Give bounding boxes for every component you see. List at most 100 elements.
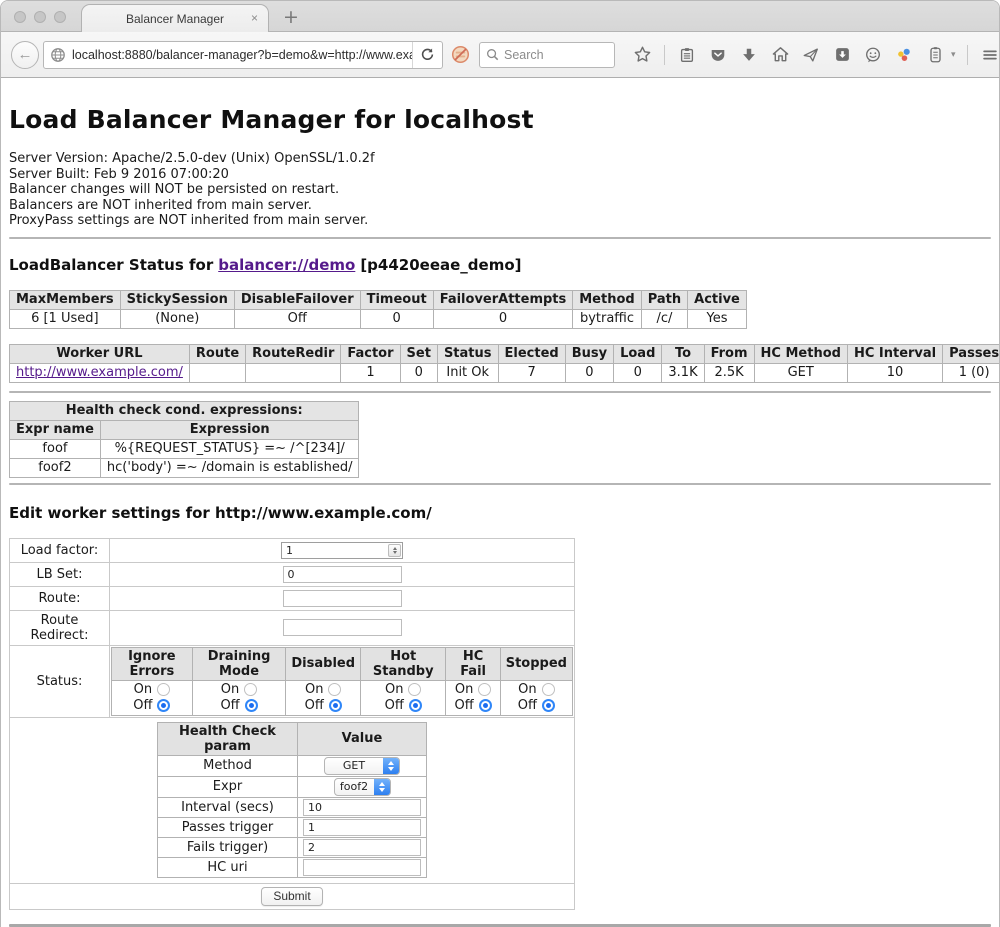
server-version-line: Server Version: Apache/2.5.0-dev (Unix) …: [9, 151, 991, 167]
persist-notice-line: Balancer changes will NOT be persisted o…: [9, 182, 991, 198]
radio-on[interactable]: [542, 683, 555, 696]
col-maxmembers: MaxMembers: [10, 290, 121, 309]
radio-on[interactable]: [408, 683, 421, 696]
send-plane-icon[interactable]: [800, 44, 822, 66]
search-icon: [486, 48, 499, 61]
radio-off-selected[interactable]: [157, 699, 170, 712]
health-check-params-row: Health Check param Value Method GET: [10, 717, 575, 883]
pocket-icon[interactable]: [707, 44, 729, 66]
passes-row: Passes trigger: [158, 817, 427, 837]
route-label: Route:: [10, 586, 110, 610]
status-label: Status:: [10, 645, 110, 717]
bookmark-star-icon[interactable]: [631, 44, 653, 66]
window-minimize-button[interactable]: [34, 11, 46, 23]
method-label: Method: [158, 755, 298, 776]
reload-icon: [420, 47, 435, 62]
table-header-row: Expr name Expression: [10, 420, 359, 439]
window-controls[interactable]: [14, 11, 66, 23]
col-stickysession: StickySession: [120, 290, 234, 309]
hc-uri-label: HC uri: [158, 857, 298, 877]
table-header-row: MaxMembers StickySession DisableFailover…: [10, 290, 747, 309]
radio-on[interactable]: [244, 683, 257, 696]
radio-on[interactable]: [328, 683, 341, 696]
reload-button[interactable]: [412, 42, 442, 68]
page-title: Load Balancer Manager for localhost: [9, 105, 991, 134]
expr-row-foof2: foof2 hc('body') =~ /domain is establish…: [10, 458, 359, 477]
col-method: Method: [573, 290, 641, 309]
search-field[interactable]: Search: [479, 42, 615, 68]
expr-row-foof: foof %{REQUEST_STATUS} =~ /^[234]/: [10, 439, 359, 458]
radio-on[interactable]: [478, 683, 491, 696]
browser-tab[interactable]: Balancer Manager ×: [81, 4, 269, 32]
radio-off-selected[interactable]: [245, 699, 258, 712]
overflow-caret-icon[interactable]: ▾: [951, 49, 956, 60]
bottom-divider: [9, 924, 991, 927]
fails-input[interactable]: [303, 839, 421, 856]
route-redirect-row: Route Redirect:: [10, 610, 575, 645]
content-blocked-icon[interactable]: [451, 45, 470, 64]
window-close-button[interactable]: [14, 11, 26, 23]
radio-off-selected[interactable]: [329, 699, 342, 712]
col-disablefailover: DisableFailover: [234, 290, 360, 309]
expr-select[interactable]: foof2: [334, 778, 391, 796]
divider: [9, 483, 991, 485]
submit-row: Submit: [10, 883, 575, 909]
heading-suffix: [p4420eeae_demo]: [360, 256, 521, 274]
interval-input[interactable]: [303, 799, 421, 816]
page-content: Load Balancer Manager for localhost Serv…: [1, 105, 999, 927]
home-icon[interactable]: [769, 44, 791, 66]
route-input[interactable]: [283, 590, 402, 607]
divider: [9, 237, 991, 239]
divider: [9, 391, 991, 393]
url-text[interactable]: localhost:8880/balancer-manager?b=demo&w…: [72, 48, 412, 62]
window-zoom-button[interactable]: [54, 11, 66, 23]
interval-row: Interval (secs): [158, 797, 427, 817]
route-redirect-label: Route Redirect:: [10, 610, 110, 645]
back-arrow-icon: ←: [18, 46, 33, 63]
menu-hamburger-icon[interactable]: [979, 44, 1000, 66]
worker-url-link[interactable]: http://www.example.com/: [16, 365, 183, 380]
lb-set-input[interactable]: [283, 566, 402, 583]
toolbar-separator-2: [967, 45, 968, 65]
back-button[interactable]: ←: [11, 41, 39, 69]
clipboard-list-extension-icon[interactable]: [924, 44, 946, 66]
save-to-device-icon[interactable]: [831, 44, 853, 66]
balancer-demo-link[interactable]: balancer://demo: [218, 256, 355, 274]
load-factor-label: Load factor:: [10, 538, 110, 562]
method-row: Method GET: [158, 755, 427, 776]
edit-worker-form: Load factor: 1 LB Set: Route:: [9, 538, 575, 910]
method-select[interactable]: GET: [324, 757, 400, 775]
worker-row: http://www.example.com/ 1 0 Init Ok 7 0 …: [10, 363, 1000, 382]
color-dots-extension-icon[interactable]: [893, 44, 915, 66]
expr-label: Expr: [158, 776, 298, 797]
search-placeholder: Search: [504, 48, 544, 62]
health-check-expressions-table: Health check cond. expressions: Expr nam…: [9, 401, 359, 478]
status-cell-hot-standby: On Off: [361, 680, 446, 715]
downloads-icon[interactable]: [738, 44, 760, 66]
load-factor-input[interactable]: 1: [281, 542, 403, 559]
feedback-smiley-icon[interactable]: [862, 44, 884, 66]
radio-off-selected[interactable]: [542, 699, 555, 712]
radio-off-selected[interactable]: [409, 699, 422, 712]
toolbar-icons: ▾: [631, 44, 1000, 66]
route-redirect-input[interactable]: [283, 619, 402, 636]
radio-off-selected[interactable]: [479, 699, 492, 712]
table-header-row: Worker URL Route RouteRedir Factor Set S…: [10, 344, 1000, 363]
select-arrows-icon: [374, 779, 390, 795]
tab-close-icon[interactable]: ×: [251, 11, 258, 25]
submit-button[interactable]: Submit: [261, 887, 322, 906]
table-header-row: Health Check param Value: [158, 722, 427, 755]
browser-window: Balancer Manager × + ← localhost:8880/ba…: [0, 0, 1000, 927]
col-timeout: Timeout: [360, 290, 433, 309]
balancer-status-table: MaxMembers StickySession DisableFailover…: [9, 290, 747, 329]
number-stepper-icon[interactable]: [388, 544, 401, 557]
proxypass-notice-line: ProxyPass settings are NOT inherited fro…: [9, 213, 991, 229]
passes-input[interactable]: [303, 819, 421, 836]
radio-on[interactable]: [157, 683, 170, 696]
status-cell-draining-mode: On Off: [192, 680, 286, 715]
url-bar[interactable]: localhost:8880/balancer-manager?b=demo&w…: [43, 41, 443, 69]
new-tab-button[interactable]: +: [283, 5, 299, 29]
load-factor-row: Load factor: 1: [10, 538, 575, 562]
bookmarks-clipboard-icon[interactable]: [676, 44, 698, 66]
hc-uri-input[interactable]: [303, 859, 421, 876]
